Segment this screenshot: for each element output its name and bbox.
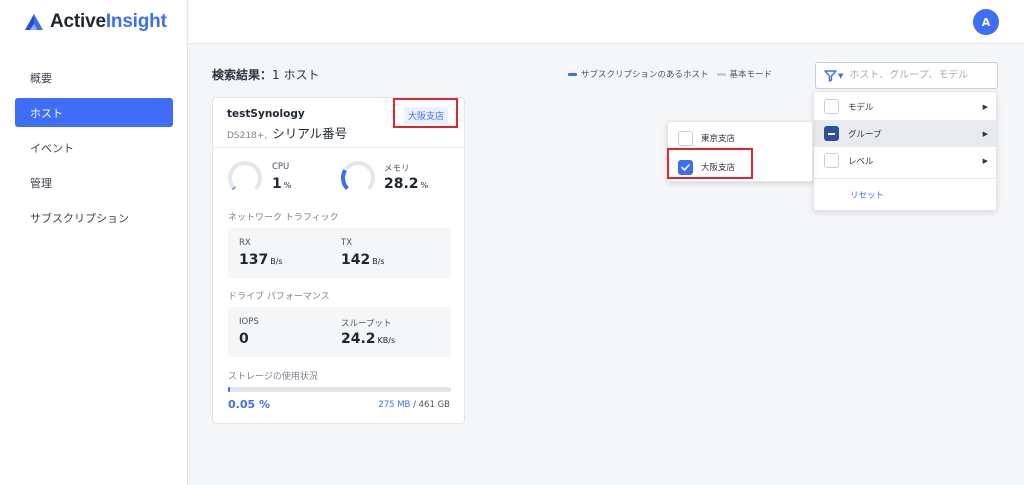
tokyo-checkbox[interactable] bbox=[678, 130, 693, 146]
chevron-right-icon: ▶ bbox=[982, 129, 988, 138]
filter-dropdown: モデル ▶ グループ ▶ レベル ▶ リセット bbox=[813, 91, 997, 211]
sidebar-item-label: 概要 bbox=[30, 71, 52, 85]
card-divider bbox=[213, 147, 464, 148]
sidebar-item-label: ホスト bbox=[30, 106, 63, 120]
storage-usage-size: 275 MB / 461 GB bbox=[378, 400, 450, 410]
sidebar-nav: 概要 ホスト イベント 管理 サブスクリプション bbox=[15, 63, 173, 238]
cpu-gauge bbox=[227, 161, 262, 195]
memory-value: 28.2% bbox=[384, 176, 429, 192]
storage-usage-bar bbox=[228, 387, 451, 392]
tx-value: 142 B/s bbox=[341, 252, 385, 268]
top-header: A bbox=[189, 0, 1024, 44]
filter-option-level[interactable]: レベル ▶ bbox=[814, 147, 996, 174]
user-avatar[interactable]: A bbox=[973, 9, 999, 35]
rx-value: 137 B/s bbox=[239, 252, 283, 268]
cpu-value: 1% bbox=[272, 176, 292, 192]
rx-label: RX bbox=[239, 238, 251, 248]
sidebar-item-label: サブスクリプション bbox=[30, 211, 129, 225]
group-option-label: 東京支店 bbox=[701, 134, 736, 144]
tx-label: TX bbox=[341, 238, 353, 248]
filter-caret-icon[interactable]: ▼ bbox=[838, 72, 843, 80]
search-results-title: 検索結果：1 ホスト bbox=[212, 68, 320, 82]
network-traffic-box: RX 137 B/s TX 142 B/s bbox=[228, 228, 451, 278]
storage-usage-fill bbox=[228, 387, 231, 392]
app-name: ActiveInsight bbox=[50, 11, 167, 32]
filter-option-label: グループ bbox=[848, 129, 882, 140]
cpu-label: CPU bbox=[272, 162, 290, 172]
host-serial: シリアル番号 bbox=[272, 126, 348, 141]
host-legend: サブスクリプションのあるホスト 基本モード bbox=[568, 68, 780, 80]
memory-gauge bbox=[341, 161, 375, 195]
filter-reset-link[interactable]: リセット bbox=[850, 189, 884, 201]
sidebar: ActiveInsight 概要 ホスト イベント 管理 サブスクリプション bbox=[0, 0, 188, 485]
iops-label: IOPS bbox=[239, 317, 259, 327]
app-logo[interactable]: ActiveInsight bbox=[24, 11, 167, 33]
filter-icon[interactable] bbox=[824, 69, 837, 82]
level-checkbox[interactable] bbox=[824, 153, 839, 168]
memory-gauge-fill bbox=[341, 161, 375, 195]
storage-usage-percent: 0.05 % bbox=[228, 398, 270, 411]
filter-option-label: レベル bbox=[848, 156, 874, 167]
search-input[interactable] bbox=[849, 70, 980, 81]
host-card[interactable]: testSynology DS218+, シリアル番号 大阪支店 CPU 1% メ… bbox=[212, 97, 465, 424]
sidebar-item-hosts[interactable]: ホスト bbox=[15, 98, 173, 127]
cpu-gauge-track bbox=[227, 161, 262, 195]
group-checkbox[interactable] bbox=[824, 126, 839, 141]
dropdown-divider bbox=[814, 178, 996, 179]
memory-gauge-track bbox=[341, 161, 375, 195]
sidebar-item-management[interactable]: 管理 bbox=[15, 168, 173, 197]
cpu-gauge-fill bbox=[227, 161, 262, 195]
drive-performance-title: ドライブ パフォーマンス bbox=[228, 292, 330, 302]
legend-subscribed: サブスクリプションのあるホスト bbox=[568, 68, 709, 80]
iops-value: 0 bbox=[239, 331, 249, 347]
sidebar-item-subscription[interactable]: サブスクリプション bbox=[15, 203, 173, 232]
host-name[interactable]: testSynology bbox=[227, 108, 305, 120]
model-checkbox[interactable] bbox=[824, 99, 839, 114]
drive-performance-box: IOPS 0 スループット 24.2 KB/s bbox=[228, 307, 451, 357]
network-traffic-title: ネットワーク トラフィック bbox=[228, 213, 339, 223]
legend-basic-swatch bbox=[716, 72, 726, 76]
filter-option-model[interactable]: モデル ▶ bbox=[814, 93, 996, 120]
sidebar-item-label: イベント bbox=[30, 141, 74, 155]
chevron-right-icon: ▶ bbox=[982, 156, 988, 165]
throughput-label: スループット bbox=[341, 319, 392, 329]
storage-usage-title: ストレージの使用状況 bbox=[228, 372, 318, 382]
host-search-box[interactable]: ▼ bbox=[815, 62, 998, 89]
filter-option-group[interactable]: グループ ▶ bbox=[814, 120, 996, 147]
filter-option-label: モデル bbox=[848, 102, 874, 113]
group-tag-highlight-frame bbox=[393, 98, 458, 128]
sidebar-item-events[interactable]: イベント bbox=[15, 133, 173, 162]
memory-label: メモリ bbox=[384, 164, 410, 174]
chevron-right-icon: ▶ bbox=[982, 102, 988, 111]
throughput-value: 24.2 KB/s bbox=[341, 331, 396, 347]
legend-subscribed-swatch bbox=[568, 72, 577, 76]
host-model: DS218+, シリアル番号 bbox=[227, 123, 347, 142]
sidebar-item-label: 管理 bbox=[30, 176, 52, 190]
search-results-count: 1 ホスト bbox=[272, 68, 320, 82]
legend-basic: 基本モード bbox=[716, 68, 772, 80]
activeinsight-logo-icon bbox=[25, 14, 43, 30]
sidebar-item-overview[interactable]: 概要 bbox=[15, 63, 173, 92]
osaka-option-highlight-frame bbox=[667, 148, 753, 179]
